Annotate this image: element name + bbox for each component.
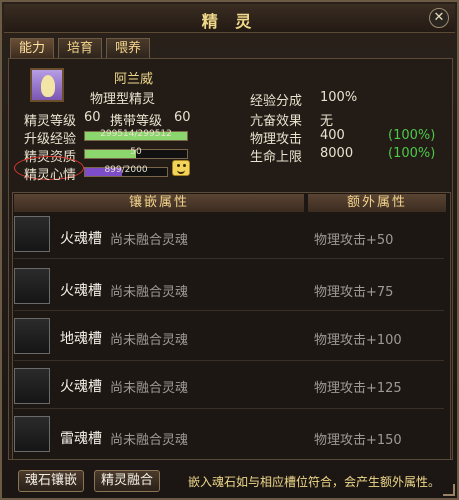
slot-bonus: 物理攻击+50 xyxy=(314,233,394,248)
slot-bonus: 物理攻击+125 xyxy=(314,381,402,396)
slot-bonus: 物理攻击+150 xyxy=(314,433,402,448)
tab-bar: 能力 培育 喂养 xyxy=(10,38,151,59)
slot-state: 尚未融合灵魂 xyxy=(110,381,189,396)
close-icon[interactable]: ✕ xyxy=(429,8,449,28)
row-divider xyxy=(14,310,444,311)
resize-handle[interactable] xyxy=(443,484,455,496)
exp-bar-text: 299514/299512 xyxy=(100,129,172,139)
slot-state: 尚未融合灵魂 xyxy=(110,433,189,448)
slot-state: 尚未融合灵魂 xyxy=(110,233,189,248)
soul-slot-1[interactable] xyxy=(14,216,50,252)
soul-slot-4[interactable] xyxy=(14,368,50,404)
slot-bonus: 物理攻击+100 xyxy=(314,333,402,348)
slot-name: 火魂槽 xyxy=(60,283,102,299)
soul-slot-2[interactable] xyxy=(14,268,50,304)
exp-share-value: 100% xyxy=(320,90,358,105)
slot-name: 地魂槽 xyxy=(60,331,102,347)
quality-progress-bar: 50 xyxy=(84,147,188,159)
mood-progress-bar: 899/2000 xyxy=(84,165,168,177)
mood-label: 精灵心情 xyxy=(24,168,77,183)
tab-cultivate[interactable]: 培育 xyxy=(58,38,103,59)
slot-name: 火魂槽 xyxy=(60,231,102,247)
inlay-hint-text: 嵌入魂石如与相应槽位符合，会产生额外属性。 xyxy=(188,475,441,489)
spirit-type: 物理型精灵 xyxy=(90,92,156,107)
extra-attributes-header: 额外属性 xyxy=(308,194,446,212)
spirit-avatar[interactable] xyxy=(30,68,64,102)
soul-stone-inlay-button[interactable]: 魂石镶嵌 xyxy=(18,470,85,492)
exp-progress-bar: 299514/299512 xyxy=(84,129,188,141)
slot-name: 雷魂槽 xyxy=(60,431,102,447)
quality-bar-text: 50 xyxy=(130,147,142,157)
spirit-fusion-button[interactable]: 精灵融合 xyxy=(94,470,161,492)
phys-attack-percent: (100%) xyxy=(388,128,436,143)
slot-bonus: 物理攻击+75 xyxy=(314,285,394,300)
row-divider xyxy=(14,258,444,259)
carry-level-label: 携带等级 xyxy=(110,114,163,129)
mood-bar-text: 899/2000 xyxy=(104,165,148,175)
row-divider xyxy=(14,360,444,361)
tab-ability[interactable]: 能力 xyxy=(10,38,55,59)
soul-slot-5[interactable] xyxy=(14,416,50,452)
spirit-window: 精 灵 ✕ 能力 培育 喂养 阿兰威 物理型精灵 精灵等级 60 携带等级 60… xyxy=(0,0,459,500)
hp-percent: (100%) xyxy=(388,146,436,161)
level-value: 60 xyxy=(84,110,101,125)
slot-state: 尚未融合灵魂 xyxy=(110,285,189,300)
mood-smiley-icon[interactable] xyxy=(172,160,190,176)
resonance-value: 无 xyxy=(320,114,334,129)
tab-feed[interactable]: 喂养 xyxy=(106,38,151,59)
window-title: 精 灵 xyxy=(201,12,258,31)
row-divider xyxy=(14,408,444,409)
inlay-attributes-header: 镶嵌属性 xyxy=(14,194,304,212)
exp-label: 升级经验 xyxy=(24,132,77,147)
phys-attack-label: 物理攻击 xyxy=(250,132,303,147)
title-bar[interactable]: 精 灵 ✕ xyxy=(4,4,455,33)
soul-slot-3[interactable] xyxy=(14,318,50,354)
hp-label: 生命上限 xyxy=(250,150,303,165)
exp-share-label: 经验分成 xyxy=(250,94,303,109)
level-label: 精灵等级 xyxy=(24,114,77,129)
carry-level-value: 60 xyxy=(174,110,191,125)
spirit-name: 阿兰威 xyxy=(114,72,154,87)
slot-name: 火魂槽 xyxy=(60,379,102,395)
slot-state: 尚未融合灵魂 xyxy=(110,333,189,348)
resonance-label: 亢奋效果 xyxy=(250,114,303,129)
hp-value: 8000 xyxy=(320,146,354,161)
phys-attack-value: 400 xyxy=(320,128,345,143)
